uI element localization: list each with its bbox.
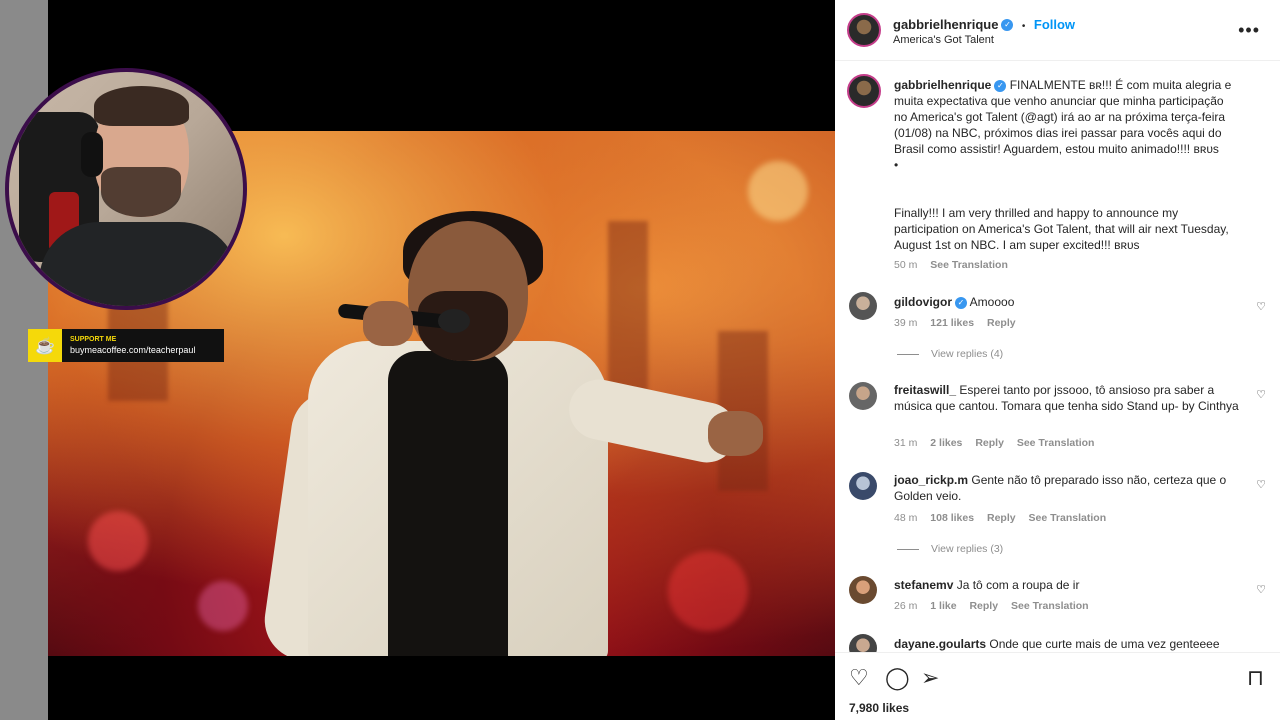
- comment-item: stefanemv Ja tô com a roupa de ir: [894, 577, 1244, 593]
- comment-meta: 31 m 2 likes Reply See Translation: [894, 437, 1104, 449]
- post-location[interactable]: America's Got Talent: [893, 34, 994, 46]
- bokeh-light: [748, 161, 808, 221]
- comment-time: 31 m: [894, 437, 918, 449]
- comment-time: 48 m: [894, 512, 918, 524]
- comment-like-heart-icon[interactable]: ♡: [1256, 583, 1266, 596]
- see-translation-button[interactable]: See Translation: [1017, 437, 1095, 449]
- headphone: [81, 132, 103, 177]
- verified-badge-icon: ✓: [994, 79, 1007, 92]
- verified-badge-icon: ✓: [1001, 18, 1014, 31]
- comment-likes[interactable]: 1 like: [930, 600, 956, 612]
- comment-like-heart-icon[interactable]: ♡: [1256, 478, 1266, 491]
- author-username[interactable]: gabbrielhenrique: [893, 17, 998, 32]
- comment-text: Amoooo: [969, 295, 1015, 309]
- likes-count[interactable]: 7,980 likes: [849, 701, 909, 715]
- comment-username[interactable]: stefanemv: [894, 578, 953, 592]
- commenter-avatar[interactable]: [849, 472, 877, 500]
- more-options-icon[interactable]: •••: [1238, 20, 1260, 41]
- comment-meta: 48 m 108 likes Reply See Translation: [894, 512, 1116, 524]
- commenter-avatar[interactable]: [849, 292, 877, 320]
- comment-likes[interactable]: 121 likes: [930, 317, 974, 329]
- caption-body-en: Finally!!! I am very thrilled and happy …: [894, 206, 1229, 252]
- commenter-avatar[interactable]: [849, 576, 877, 604]
- reply-button[interactable]: Reply: [987, 317, 1016, 329]
- comments-list[interactable]: gabbrielhenrique ✓ FINALMENTE ʙʀ!!! É com…: [835, 62, 1280, 652]
- commenter-avatar[interactable]: [849, 634, 877, 652]
- author-avatar[interactable]: [847, 13, 881, 47]
- singer-right-hand: [708, 411, 763, 456]
- view-replies-button[interactable]: View replies (3): [897, 543, 1003, 555]
- view-replies-label: View replies (4): [931, 348, 1004, 360]
- singer-mic-hand: [363, 301, 413, 346]
- support-title: SUPPORT ME: [70, 336, 117, 343]
- webcam-overlay: [5, 68, 247, 310]
- caption-meta: 50 m See Translation: [894, 259, 1018, 271]
- comment-item: dayane.goularts Onde que curte mais de u…: [894, 636, 1244, 652]
- coffee-cup-icon: ☕: [28, 329, 62, 362]
- streamer-beard: [101, 167, 181, 217]
- comment-item: joao_rickp.m Gente não tô preparado isso…: [894, 472, 1244, 504]
- bokeh-light: [88, 511, 148, 571]
- comment-username[interactable]: joao_rickp.m: [894, 473, 968, 487]
- comment-meta: 39 m 121 likes Reply: [894, 317, 1026, 329]
- see-translation-button[interactable]: See Translation: [1029, 512, 1107, 524]
- reply-button[interactable]: Reply: [987, 512, 1016, 524]
- streamer-body: [39, 222, 239, 306]
- singer-shirt: [388, 351, 508, 656]
- bokeh-light: [198, 581, 248, 631]
- caption-username[interactable]: gabbrielhenrique: [894, 78, 991, 92]
- comment-likes[interactable]: 108 likes: [930, 512, 974, 524]
- comment-text: Ja tô com a roupa de ir: [956, 578, 1080, 592]
- comment-like-heart-icon[interactable]: ♡: [1256, 300, 1266, 313]
- streamer-hair: [94, 86, 189, 126]
- post-header: gabbrielhenrique ✓ • Follow America's Got…: [835, 0, 1280, 61]
- comment-username[interactable]: freitaswill_: [894, 383, 956, 397]
- comment-meta: 26 m 1 like Reply See Translation: [894, 600, 1099, 612]
- reply-button[interactable]: Reply: [969, 600, 998, 612]
- comment-item: gildovigor ✓ Amoooo: [894, 294, 1244, 310]
- bookmark-icon[interactable]: ⊓: [1247, 665, 1264, 691]
- singer-figure: [259, 211, 763, 656]
- post-sidebar: gabbrielhenrique ✓ • Follow America's Got…: [835, 0, 1280, 720]
- see-translation-button[interactable]: See Translation: [1011, 600, 1089, 612]
- caption-avatar[interactable]: [847, 74, 881, 108]
- microphone-head: [438, 309, 470, 333]
- comment-text: Onde que curte mais de uma vez genteeee: [989, 637, 1220, 651]
- replies-line: [897, 548, 919, 550]
- support-url: buymeacoffee.com/teacherpaul: [70, 345, 196, 355]
- commenter-avatar[interactable]: [849, 382, 877, 410]
- support-banner: ☕ SUPPORT ME buymeacoffee.com/teacherpau…: [28, 329, 224, 362]
- reply-button[interactable]: Reply: [975, 437, 1004, 449]
- heart-icon[interactable]: ♡: [849, 665, 869, 691]
- view-replies-button[interactable]: View replies (4): [897, 348, 1003, 360]
- caption-dot: •: [894, 158, 899, 172]
- comment-time: 26 m: [894, 600, 918, 612]
- caption-text-pt: gabbrielhenrique ✓ FINALMENTE ʙʀ!!! É com…: [894, 77, 1234, 173]
- caption-time: 50 m: [894, 259, 918, 271]
- comment-username[interactable]: dayane.goularts: [894, 637, 986, 651]
- replies-line: [897, 353, 919, 355]
- comment-like-heart-icon[interactable]: ♡: [1256, 388, 1266, 401]
- separator-dot: •: [1021, 21, 1026, 32]
- caption-see-translation[interactable]: See Translation: [930, 259, 1008, 271]
- send-icon[interactable]: ➢: [921, 665, 939, 691]
- post-actions-bar: ♡ ◯ ➢ ⊓ 7,980 likes: [835, 652, 1280, 720]
- comment-icon[interactable]: ◯: [885, 665, 910, 691]
- comment-likes[interactable]: 2 likes: [930, 437, 962, 449]
- comment-username[interactable]: gildovigor: [894, 295, 952, 309]
- comment-time: 39 m: [894, 317, 918, 329]
- view-replies-label: View replies (3): [931, 543, 1004, 555]
- comment-item: freitaswill_ Esperei tanto por jssooo, t…: [894, 382, 1244, 414]
- follow-button[interactable]: Follow: [1034, 17, 1075, 32]
- verified-badge-icon: ✓: [955, 296, 967, 309]
